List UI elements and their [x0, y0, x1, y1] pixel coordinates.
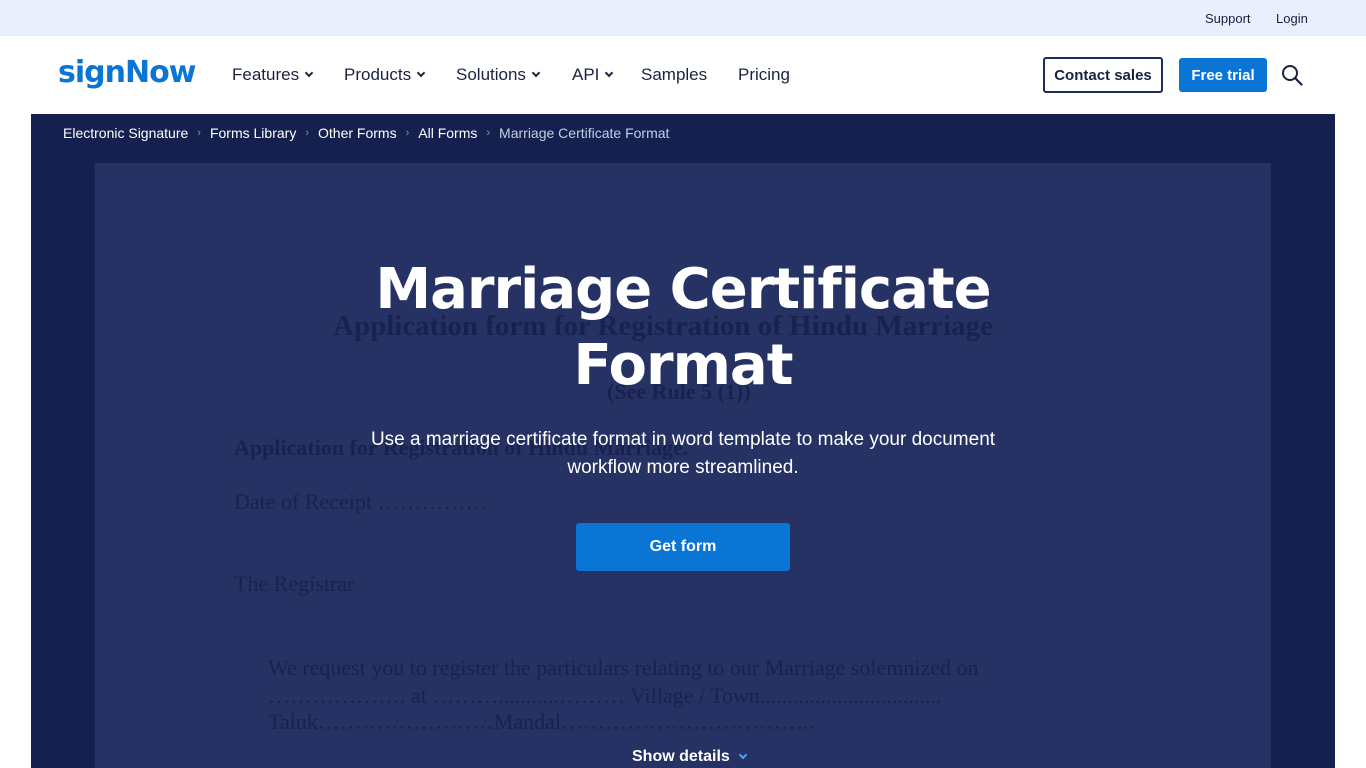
breadcrumb-separator-icon: ›: [405, 127, 410, 139]
chevron-down-icon: [416, 68, 426, 78]
document-preview-line: The Registrar: [234, 571, 355, 596]
contact-sales-button[interactable]: Contact sales: [1043, 57, 1163, 93]
nav-item-solutions[interactable]: Solutions: [456, 65, 541, 85]
get-form-button[interactable]: Get form: [576, 523, 790, 571]
breadcrumb-separator-icon: ›: [197, 127, 201, 139]
document-preview-line: We request you to register the particula…: [268, 655, 979, 680]
nav-item-label: Pricing: [738, 65, 790, 84]
page-title: Marriage Certificate Format: [375, 257, 991, 398]
signnow-logo[interactable]: signNow: [58, 55, 196, 90]
nav-item-api[interactable]: API: [572, 65, 614, 85]
chevron-down-icon: [738, 750, 748, 760]
nav-item-label: Samples: [641, 65, 708, 84]
nav-item-label: Features: [232, 65, 300, 84]
nav-item-features[interactable]: Features: [232, 65, 314, 85]
nav-item-label: Products: [344, 65, 412, 84]
breadcrumb-separator-icon: ›: [305, 127, 309, 139]
main-navigation: signNow Features Products Solutions API …: [0, 36, 1366, 114]
chevron-down-icon: [605, 68, 614, 78]
top-utility-bar: Support Login: [0, 0, 1366, 36]
breadcrumb-link[interactable]: Other Forms: [318, 125, 397, 141]
show-details-toggle[interactable]: Show details: [632, 748, 748, 766]
breadcrumb-current: Marriage Certificate Format: [499, 125, 670, 141]
login-link[interactable]: Login: [1276, 11, 1308, 26]
document-preview-line: Date of Receipt ……………: [234, 489, 488, 514]
nav-item-pricing[interactable]: Pricing: [738, 65, 790, 85]
show-details-label: Show details: [632, 748, 730, 765]
nav-item-samples[interactable]: Samples: [641, 65, 707, 85]
free-trial-button[interactable]: Free trial: [1179, 58, 1267, 92]
chevron-down-icon: [304, 68, 314, 78]
breadcrumb-link[interactable]: All Forms: [418, 125, 477, 141]
breadcrumb-link[interactable]: Electronic Signature: [63, 125, 188, 141]
nav-item-products[interactable]: Products: [344, 65, 426, 85]
breadcrumb-separator-icon: ›: [486, 127, 491, 139]
chevron-down-icon: [531, 68, 541, 78]
breadcrumb: Electronic Signature › Forms Library › O…: [63, 125, 669, 141]
nav-item-label: Solutions: [456, 65, 526, 84]
breadcrumb-link[interactable]: Forms Library: [210, 125, 296, 141]
nav-item-label: API: [572, 65, 600, 84]
support-link[interactable]: Support: [1205, 11, 1251, 26]
hero-section: Electronic Signature › Forms Library › O…: [31, 114, 1335, 768]
document-preview-line: Taluk……………………Mandal……………………………..: [268, 709, 814, 734]
hero-subtitle: Use a marriage certificate format in wor…: [370, 429, 996, 478]
document-preview-line: ………………. at ………...........……… Village / T…: [268, 683, 942, 708]
search-icon[interactable]: [1281, 64, 1303, 86]
